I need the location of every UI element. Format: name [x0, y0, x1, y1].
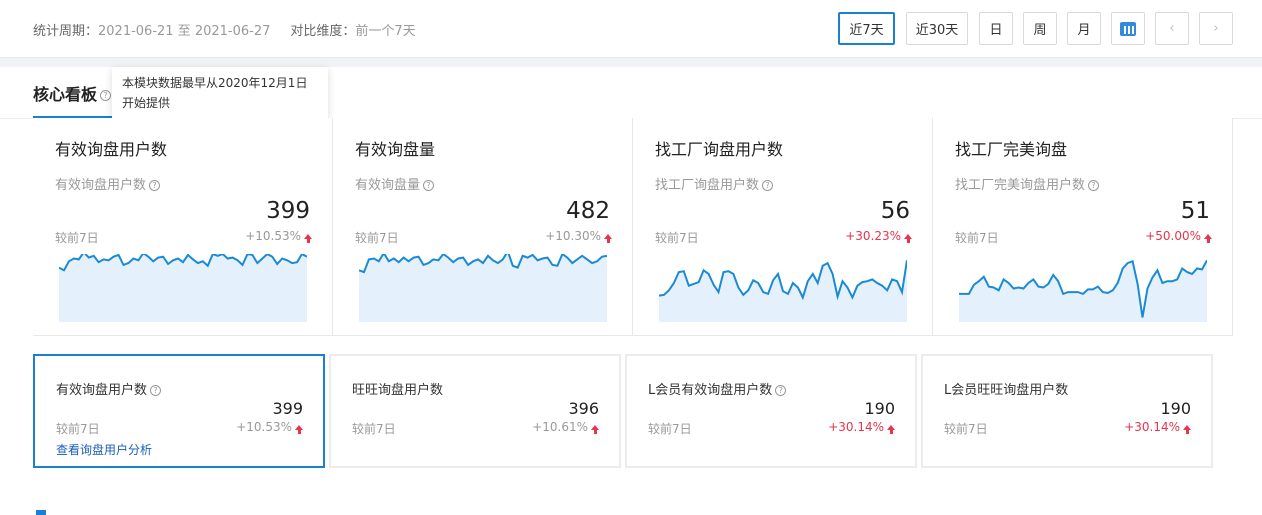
calendar-button[interactable]: [1111, 12, 1145, 45]
sub-metric-title: 有效询盘用户数?: [56, 379, 162, 398]
range-day-button[interactable]: 日: [979, 12, 1013, 45]
metric-card-subtitle: 有效询盘量?: [355, 174, 435, 193]
sub-metric-compare: 较前7日: [944, 422, 988, 436]
metric-card-value: 56: [880, 198, 910, 224]
metric-card-subtitle: 有效询盘用户数?: [55, 174, 161, 193]
sub-metric-title: L会员有效询盘用户数?: [648, 379, 787, 398]
range-month-button[interactable]: 月: [1067, 12, 1101, 45]
inquiry-analysis-link[interactable]: 查看询盘用户分析: [56, 441, 152, 458]
metric-card-title: 有效询盘用户数: [55, 140, 168, 159]
arrow-up-icon: [1183, 425, 1191, 434]
metric-card[interactable]: 有效询盘用户数 有效询盘用户数? 399 较前7日 +10.53%: [33, 118, 333, 336]
metric-card-title: 有效询盘量: [355, 140, 436, 159]
chevron-left-icon: ‹: [1169, 21, 1175, 36]
sub-metric-value: 396: [568, 399, 599, 418]
prev-period-button[interactable]: ‹: [1155, 12, 1189, 45]
sparkline-chart: [59, 254, 307, 322]
metric-card-title: 找工厂完美询盘: [955, 140, 1068, 159]
arrow-up-icon: [887, 425, 895, 434]
sub-metric-card[interactable]: L会员有效询盘用户数? 190 较前7日 +30.14%: [625, 354, 917, 468]
range-30d-button[interactable]: 近30天: [906, 12, 968, 45]
arrow-up-icon: [591, 425, 599, 434]
metric-card-change: +50.00%: [1145, 229, 1212, 243]
sparkline-area: [59, 254, 307, 322]
sub-metric-compare: 较前7日: [56, 422, 100, 436]
arrow-up-icon: [904, 234, 912, 243]
help-icon[interactable]: ?: [762, 180, 774, 191]
sub-metric-value: 190: [864, 399, 895, 418]
sub-metric-value: 190: [1160, 399, 1191, 418]
sparkline-chart: [659, 260, 907, 322]
metric-card-change: +10.30%: [545, 229, 612, 243]
metric-card-subtitle: 找工厂完美询盘用户数?: [955, 174, 1100, 193]
sub-metric-title: L会员旺旺询盘用户数: [944, 383, 1069, 398]
help-icon[interactable]: ?: [775, 385, 787, 396]
metric-card[interactable]: 找工厂询盘用户数 找工厂询盘用户数? 56 较前7日 +30.23%: [633, 118, 933, 336]
sub-metric-card[interactable]: L会员旺旺询盘用户数 190 较前7日 +30.14%: [921, 354, 1213, 468]
metric-card-compare: 较前7日: [955, 231, 999, 245]
chevron-right-icon: ›: [1213, 21, 1219, 36]
sparkline-chart: [359, 254, 607, 322]
help-icon[interactable]: ?: [100, 90, 112, 101]
metric-card-compare: 较前7日: [655, 231, 699, 245]
help-icon[interactable]: ?: [150, 385, 162, 396]
period-label: 统计周期：: [33, 24, 99, 39]
period-value: 2021-06-21 至 2021-06-27: [98, 24, 271, 39]
sub-metric-compare: 较前7日: [648, 422, 692, 436]
sub-metric-compare: 较前7日: [352, 422, 396, 436]
metric-card-change: +10.53%: [245, 229, 312, 243]
help-icon[interactable]: ?: [149, 180, 161, 191]
sub-metric-change: +30.14%: [828, 420, 895, 434]
sub-metric-change: +10.61%: [532, 420, 599, 434]
tab-core-board-label: 核心看板: [33, 85, 98, 104]
metric-card[interactable]: 找工厂完美询盘找工厂完美询盘用户数? 51 较前7日 +50.00%: [933, 118, 1233, 336]
metric-card-value: 482: [566, 198, 610, 224]
sub-metric-change: +10.53%: [236, 420, 303, 434]
metric-card-subtitle: 找工厂询盘用户数?: [655, 174, 774, 193]
period-info: 统计周期：2021-06-21 至 2021-06-27 对比维度：前一个7天: [33, 20, 416, 39]
help-icon[interactable]: ?: [423, 180, 435, 191]
sub-metric-change: +30.14%: [1124, 420, 1191, 434]
metric-card[interactable]: 有效询盘量有效询盘量? 482 较前7日 +10.30%: [333, 118, 633, 336]
arrow-up-icon: [604, 234, 612, 243]
legend-marker: [36, 510, 46, 515]
sub-metric-title: 旺旺询盘用户数: [352, 383, 444, 398]
range-week-button[interactable]: 周: [1023, 12, 1057, 45]
metric-card-change: +30.23%: [845, 229, 912, 243]
tab-core-board[interactable]: 核心看板?: [33, 81, 112, 105]
arrow-up-icon: [295, 425, 303, 434]
metric-card-value: 399: [266, 198, 310, 224]
arrow-up-icon: [1204, 234, 1212, 243]
sub-metric-value: 399: [272, 399, 303, 418]
metric-card-value: 51: [1180, 198, 1210, 224]
sparkline-area: [959, 260, 1207, 322]
help-icon[interactable]: ?: [1088, 180, 1100, 191]
range-7d-button[interactable]: 近7天: [838, 12, 895, 45]
compare-label: 对比维度：: [290, 24, 356, 39]
sub-metric-card[interactable]: 旺旺询盘用户数 396 较前7日 +10.61%: [329, 354, 621, 468]
arrow-up-icon: [304, 234, 312, 243]
filter-bar: 统计周期：2021-06-21 至 2021-06-27 对比维度：前一个7天 近…: [0, 0, 1262, 58]
calendar-icon: [1120, 21, 1136, 36]
sub-metric-card[interactable]: 有效询盘用户数? 399 较前7日 +10.53% 查看询盘用户分析: [33, 354, 325, 468]
metric-card-title: 找工厂询盘用户数: [655, 140, 784, 159]
compare-value: 前一个7天: [355, 24, 416, 39]
next-period-button[interactable]: ›: [1199, 12, 1233, 45]
sparkline-chart: [959, 259, 1207, 322]
metric-card-compare: 较前7日: [355, 231, 399, 245]
metric-card-compare: 较前7日: [55, 231, 99, 245]
tooltip: 本模块数据最早从2020年12月1日开始提供: [112, 67, 328, 121]
